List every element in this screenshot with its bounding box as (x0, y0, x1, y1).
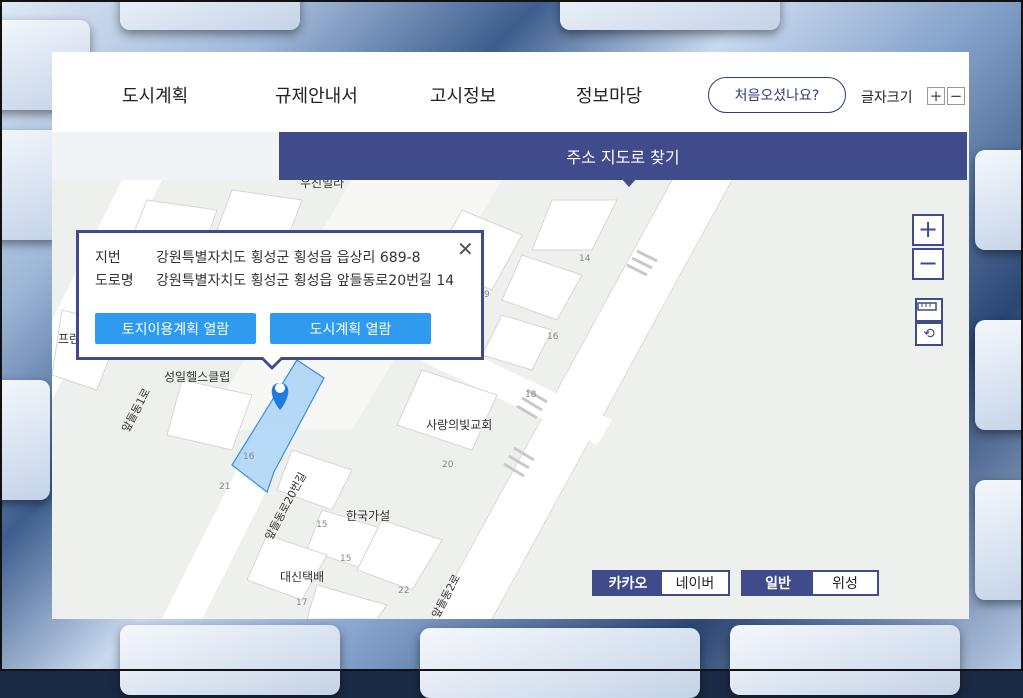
nav-urban-planning[interactable]: 도시계획 (122, 82, 188, 108)
zoom-out-button[interactable]: − (912, 248, 944, 280)
nav-info-square[interactable]: 정보마당 (576, 82, 642, 108)
urban-plan-button[interactable]: 도시계획 열람 (270, 313, 431, 344)
tab-caret (621, 178, 637, 187)
tab-address-map-search[interactable]: 주소 지도로 찾기 (279, 132, 967, 180)
reset-button[interactable]: ⟲ (915, 322, 943, 346)
top-nav: 도시계획 규제안내서 고시정보 정보마당 처음오셨나요? 글자크기 + − (52, 52, 969, 133)
lot-address-value: 강원특별자치도 횡성군 횡성읍 읍상리 689-8 (156, 250, 421, 266)
popup-tail-inner (263, 357, 281, 366)
map-type-satellite-option[interactable]: 위성 (813, 572, 877, 594)
map-view[interactable]: 우진빌라 프런 성일헬스클럽 사랑의빛교회 한국가설 대신택배 앞들동1로 앞들… (52, 180, 969, 619)
road-address-value: 강원특별자치도 횡성군 횡성읍 앞들동로20번길 14 (156, 273, 455, 289)
map-label-daesin: 대신택배 (280, 570, 325, 584)
lot-number: 9 (484, 290, 490, 300)
font-increase-button[interactable]: + (927, 87, 945, 105)
close-icon[interactable]: ✕ (457, 237, 474, 261)
map-type-toggle: 일반 위성 (741, 570, 879, 596)
reset-icon: ⟲ (923, 326, 935, 342)
font-size-label: 글자크기 (861, 90, 913, 106)
ruler-button[interactable] (915, 298, 943, 322)
lot-number: 22 (398, 586, 410, 596)
zoom-in-button[interactable]: + (912, 214, 944, 246)
map-label-church: 사랑의빛교회 (426, 418, 493, 432)
lot-number: 16 (547, 332, 559, 342)
map-label-hanguk: 한국가설 (346, 509, 391, 523)
lot-number: 21 (219, 482, 231, 492)
app-panel: 도시계획 규제안내서 고시정보 정보마당 처음오셨나요? 글자크기 + − 주소… (52, 52, 969, 619)
provider-naver-option[interactable]: 네이버 (662, 572, 728, 594)
nav-regulation-guide[interactable]: 규제안내서 (275, 82, 358, 108)
lot-number: 16 (243, 452, 255, 462)
map-label-gym: 성일헬스클럽 (164, 370, 231, 384)
road-address-label: 도로명 (95, 273, 134, 289)
ruler-icon (917, 302, 937, 311)
address-popup: 지번 강원특별자치도 횡성군 횡성읍 읍상리 689-8 도로명 강원특별자치도… (76, 230, 484, 360)
lot-number: 20 (442, 460, 454, 470)
land-use-plan-button[interactable]: 토지이용계획 열람 (95, 313, 256, 344)
provider-kakao-option[interactable]: 카카오 (594, 572, 662, 594)
lot-number: 17 (296, 598, 308, 608)
lot-number: 15 (340, 554, 352, 564)
map-provider-toggle: 카카오 네이버 (592, 570, 730, 596)
sub-tab-bar: 주소 지도로 찾기 (52, 132, 969, 180)
first-visit-button[interactable]: 처음오셨나요? (708, 77, 846, 113)
font-decrease-button[interactable]: − (947, 87, 965, 105)
lot-number: 18 (525, 390, 537, 400)
nav-notice-info[interactable]: 고시정보 (430, 82, 496, 108)
map-type-normal-option[interactable]: 일반 (743, 572, 813, 594)
map-label-partial-top: 우진빌라 (300, 180, 345, 190)
lot-address-label: 지번 (95, 250, 121, 266)
lot-number: 14 (579, 254, 591, 264)
lot-number: 15 (316, 520, 328, 530)
